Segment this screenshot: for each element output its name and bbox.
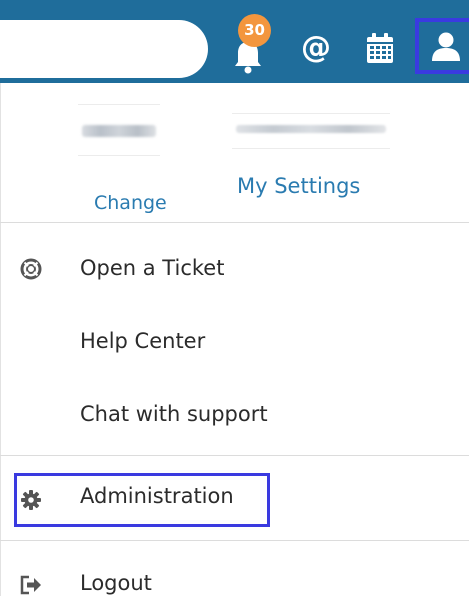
- page: 30 @ Change My Settings Open a Ticket He…: [0, 0, 469, 596]
- logout-icon: [20, 575, 41, 595]
- calendar-icon[interactable]: [366, 32, 394, 64]
- menu-item-help-center[interactable]: Help Center: [0, 314, 469, 370]
- search-input[interactable]: [0, 20, 208, 78]
- menu-item-chat-support[interactable]: Chat with support: [0, 387, 469, 443]
- menu-item-label: Help Center: [80, 329, 206, 353]
- menu-item-label: Logout: [80, 571, 152, 595]
- user-menu-button[interactable]: [415, 18, 469, 74]
- my-settings-link[interactable]: My Settings: [237, 172, 360, 200]
- change-avatar-link[interactable]: Change: [94, 190, 167, 216]
- lifebuoy-icon: [20, 258, 42, 280]
- menu-item-label: Chat with support: [80, 402, 268, 426]
- divider: [0, 540, 469, 541]
- user-icon: [432, 32, 460, 61]
- at-icon[interactable]: @: [300, 28, 332, 68]
- menu-item-open-ticket[interactable]: Open a Ticket: [0, 241, 469, 297]
- divider: [0, 222, 469, 223]
- blurred-avatar-image: [82, 125, 156, 137]
- top-bar: 30 @: [0, 0, 469, 83]
- avatar-thumbnail[interactable]: [78, 104, 160, 156]
- divider: [0, 455, 469, 456]
- administration-highlight-box: [14, 473, 270, 527]
- notification-count-badge[interactable]: 30: [238, 14, 271, 47]
- blurred-name-image: [236, 125, 386, 133]
- name-thumbnail: [232, 113, 390, 149]
- menu-item-logout[interactable]: Logout: [0, 556, 469, 596]
- menu-item-label: Open a Ticket: [80, 256, 225, 280]
